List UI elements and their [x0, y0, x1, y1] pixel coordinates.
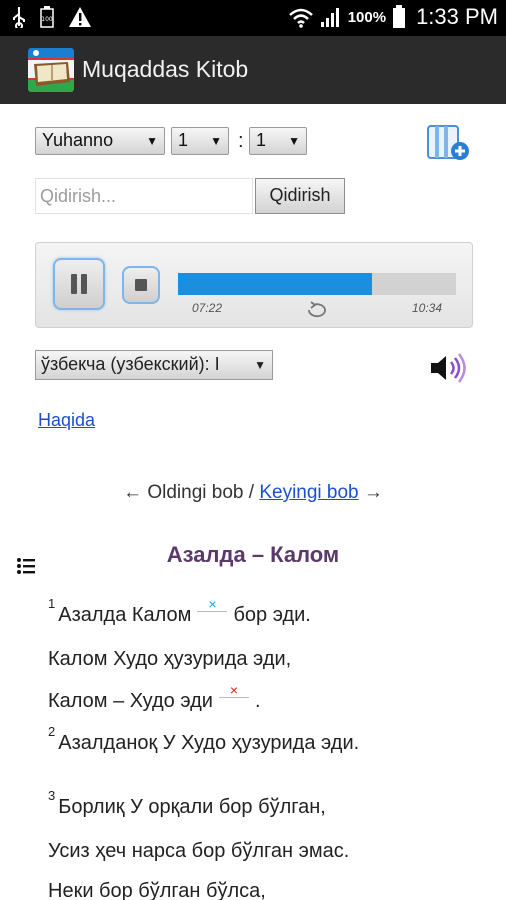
book-select-value: Yuhanno: [42, 130, 114, 150]
verse-line: 2Азалданоқ У Худо ҳузурида эди.: [48, 724, 360, 755]
status-bar: 100 100% 1:33 PM: [0, 0, 506, 36]
add-bookmark-icon[interactable]: [427, 124, 471, 162]
signal-icon: [320, 8, 339, 27]
language-select[interactable]: ўзбекча (узбекский): I ▼: [35, 350, 273, 380]
clock: 1:33 PM: [416, 4, 498, 29]
next-arrow: →: [363, 482, 383, 503]
language-select-value: ўзбекча (узбекский): I: [41, 354, 220, 374]
chapter-verse-separator: :: [238, 130, 244, 152]
footnote-marker[interactable]: ×: [218, 683, 249, 698]
chapter-select[interactable]: 1 ▼: [171, 127, 229, 155]
battery-icon: [393, 5, 406, 28]
wifi-icon: [288, 8, 313, 28]
verse-text: Азалда Калом: [58, 604, 192, 626]
verse-line: 3Борлиқ У орқали бор бўлган,: [48, 788, 326, 819]
elapsed-time: 07:22: [192, 301, 223, 315]
progress-fill: [178, 273, 372, 295]
action-bar: Muqaddas Kitob: [0, 36, 506, 104]
verse-line: 1Азалда Калом × бор эди.: [48, 596, 311, 627]
verse-select[interactable]: 1 ▼: [249, 127, 307, 155]
nav-separator: /: [248, 482, 255, 503]
verse-line: Калом Худо ҳузурида эди,: [48, 648, 291, 671]
pause-button[interactable]: [53, 258, 105, 310]
app-title: Muqaddas Kitob: [82, 56, 249, 82]
speaker-icon[interactable]: [428, 350, 468, 386]
verse-text: Калом Худо ҳузурида эди,: [48, 648, 292, 670]
verse-text: Борлиқ У орқали бор бўлган,: [58, 796, 326, 818]
chapter-navigation: ← Oldingi bob / Keyingi bob →: [0, 482, 506, 504]
footnote-marker[interactable]: ×: [197, 597, 228, 612]
stop-button[interactable]: [122, 266, 160, 304]
verse-number: 2: [48, 724, 56, 739]
chapter-select-value: 1: [178, 130, 189, 150]
search-input[interactable]: Qidirish...: [35, 178, 253, 214]
bible-app-icon[interactable]: [28, 48, 74, 92]
verse-number: 3: [48, 788, 56, 803]
progress-bar[interactable]: [178, 273, 456, 295]
verse-number: 1: [48, 596, 56, 611]
battery-percent: 100%: [347, 8, 387, 26]
verse-text: Усиз ҳеч нарса бор бўлган эмас.: [48, 840, 350, 862]
verse-text: Азалданоқ У Худо ҳузурида эди.: [58, 732, 360, 754]
search-button[interactable]: Qidirish: [255, 178, 345, 214]
verse-text: Калом – Худо эди: [48, 690, 213, 712]
dropdown-arrow-icon: ▼: [146, 134, 158, 148]
total-time: 10:34: [411, 301, 442, 315]
warning-icon: [69, 7, 91, 27]
verse-text: .: [254, 690, 261, 712]
verse-line: Калом – Худо эди ×.: [48, 683, 261, 713]
next-chapter-link[interactable]: Keyingi bob: [259, 482, 358, 503]
verse-select-value: 1: [256, 130, 267, 150]
about-link[interactable]: Haqida: [38, 410, 95, 431]
pause-icon: [71, 274, 77, 294]
verse-text: бор эди.: [233, 604, 311, 626]
usb-icon: [13, 7, 25, 28]
repeat-icon[interactable]: [304, 301, 330, 319]
verse-line: Неки бор бўлган бўлса,: [48, 880, 266, 900]
dropdown-arrow-icon: ▼: [288, 134, 300, 148]
previous-chapter-label: ← Oldingi bob: [123, 482, 244, 503]
verse-text: Неки бор бўлган бўлса,: [48, 880, 266, 900]
svg-text:100: 100: [41, 16, 53, 23]
audio-player: 07:22 10:34: [35, 242, 473, 328]
battery-saver-icon: 100: [40, 6, 54, 28]
book-select[interactable]: Yuhanno ▼: [35, 127, 165, 155]
section-heading: Азалда – Калом: [166, 542, 340, 567]
dropdown-arrow-icon: ▼: [254, 358, 266, 372]
dropdown-arrow-icon: ▼: [210, 134, 222, 148]
verse-line: Усиз ҳеч нарса бор бўлган эмас.: [48, 840, 349, 863]
stop-icon: [135, 279, 147, 291]
